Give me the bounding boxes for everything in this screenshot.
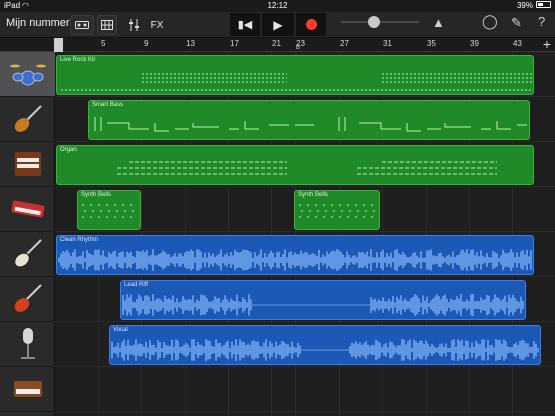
timeline-ruler[interactable]: 1 5 9 13 17 21 23 B 27 31 35 39 43 [0,38,555,52]
audio-waveform [122,294,524,316]
region-live-rock-kit[interactable]: Live Rock Kit [56,55,534,95]
track-header-drums[interactable] [0,52,55,97]
audio-waveform [111,339,539,361]
bar-number: 39 [470,39,479,48]
track-header-analog-synth[interactable] [0,367,55,412]
track-header-clean-rhythm[interactable] [0,232,55,277]
analog-synth-icon [13,381,42,397]
record-button[interactable] [296,13,326,36]
midi-notes [61,73,532,91]
bar-number: 13 [186,39,195,48]
fx-button[interactable]: FX [147,15,167,35]
metronome-icon[interactable]: ▲ [432,15,445,30]
bar-number: 17 [230,39,239,48]
bar-number: 21 [272,39,281,48]
audio-waveform [58,249,532,271]
battery-label: 39% [516,1,533,10]
my-songs-button[interactable]: Mijn nummers [6,17,75,29]
master-volume-knob[interactable] [368,16,380,28]
settings-wrench-icon[interactable]: ✎ [511,15,522,31]
track-lanes[interactable]: Live Rock Kit Smart Bass Organ Synth Bel… [55,52,555,416]
keyboard-synth-icon [11,200,44,218]
region-synth-bells-2[interactable]: Synth Bells [294,190,380,230]
track-header-column [0,52,55,416]
battery-icon [536,1,551,8]
track-header-synth-bells[interactable] [0,187,55,232]
lane [55,367,555,412]
region-synth-bells[interactable]: Synth Bells [77,190,141,230]
midi-notes [82,204,138,218]
rewind-button[interactable]: ▮◀ [230,13,260,36]
status-bar: iPad ◠ 12:12 39% [0,0,555,12]
region-vocal[interactable]: Vocal [109,325,541,365]
region-smart-bass[interactable]: Smart Bass [88,100,530,140]
toolbar: Mijn nummers FX ▮◀ ▶ [0,12,555,38]
bar-number: 31 [383,39,392,48]
midi-notes [117,161,497,175]
midi-notes [94,117,527,132]
track-header-bass[interactable] [0,97,55,142]
track-header-organ[interactable] [0,142,55,187]
organ-icon [14,152,41,176]
play-icon: ▶ [273,17,283,32]
electric-guitar-red-icon [14,284,42,312]
microphone-icon [20,328,35,359]
tracks-view-icon[interactable] [97,15,117,35]
bar-number: 43 [513,39,522,48]
loop-browser-icon[interactable]: ◯ [482,13,498,30]
region-clean-rhythm[interactable]: Clean Rhythm [56,235,534,275]
bass-guitar-icon [14,105,42,132]
record-icon [305,19,317,30]
electric-guitar-icon [13,239,42,268]
track-header-vocal[interactable] [0,322,55,367]
section-marker: B [296,45,301,51]
region-lead-riff[interactable]: Lead Riff [120,280,526,320]
rewind-icon: ▮◀ [237,19,253,31]
region-organ[interactable]: Organ [56,145,534,185]
bar-number: 5 [101,39,106,48]
add-section-icon[interactable]: + [543,37,551,51]
bar-number: 9 [144,39,149,48]
play-button[interactable]: ▶ [262,13,294,36]
drum-kit-icon [9,64,46,86]
browser-view-icon[interactable] [70,15,94,35]
track-header-lead-riff[interactable] [0,277,55,322]
mixer-controls-icon[interactable] [124,15,144,35]
midi-notes [299,204,377,218]
clock: 12:12 [267,1,288,10]
playhead[interactable] [54,38,63,52]
bar-number: 27 [340,39,349,48]
master-volume-slider[interactable] [341,21,419,23]
help-icon[interactable]: ? [538,14,545,29]
bar-number: 35 [427,39,436,48]
